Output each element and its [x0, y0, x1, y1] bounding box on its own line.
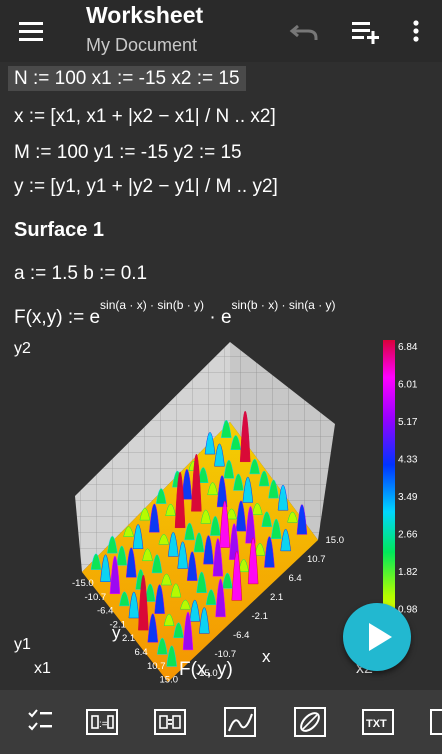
run-button[interactable]	[343, 603, 411, 671]
checklist-icon[interactable]	[22, 704, 58, 740]
y-tick-label: 15.0	[160, 675, 179, 685]
more-vert-icon[interactable]	[404, 14, 428, 48]
plot-3d-icon[interactable]	[292, 704, 328, 740]
plot-2d-icon[interactable]	[222, 704, 258, 740]
y-tick-label: 6.4	[135, 647, 148, 658]
colorbar-tick-label: 5.17	[398, 417, 418, 428]
definition-y[interactable]: y := [y1, y1 + |y2 − y1| / M .. y2]	[14, 176, 278, 198]
document-name: My Document	[86, 35, 198, 55]
svg-text:TXT: TXT	[366, 718, 387, 730]
section-heading[interactable]: Surface 1	[14, 219, 104, 242]
assign-icon[interactable]: :=	[84, 704, 120, 740]
colorbar-tick-label: 6.01	[398, 380, 418, 391]
bottom-toolbar: := TXT	[0, 690, 442, 754]
colorbar-tick-label: 3.49	[398, 492, 418, 503]
menu-icon[interactable]	[14, 14, 48, 48]
y-tick-label: -10.7	[85, 592, 107, 603]
definition-n[interactable]: N := 100 x1 := -15 x2 := 15	[8, 66, 246, 91]
x-tick-label: 2.1	[270, 592, 283, 603]
x-tick-label: 6.4	[289, 573, 302, 584]
colorbar-tick-label: 2.66	[398, 530, 418, 541]
x-tick-label: 10.7	[307, 554, 326, 565]
add-list-icon[interactable]	[348, 14, 382, 48]
x-tick-label: -6.4	[233, 630, 249, 641]
svg-text::=: :=	[99, 719, 108, 730]
text-block-icon[interactable]: TXT	[360, 704, 396, 740]
y-tick-label: -6.4	[97, 606, 113, 617]
definition-x[interactable]: x := [x1, x1 + |x2 − x1| / N .. x2]	[14, 106, 276, 128]
y-tick-label: 10.7	[147, 661, 166, 672]
equation-icon[interactable]	[152, 704, 188, 740]
undo-icon[interactable]	[288, 14, 322, 48]
function-definition[interactable]: F(x,y) := esin(a · x) · sin(b · y) · esi…	[14, 298, 336, 329]
z-axis-label: F(x, y)	[179, 659, 233, 680]
colorbar-tick-label: 1.82	[398, 567, 418, 578]
colorbar-tick-label: 6.84	[398, 342, 418, 353]
definition-m[interactable]: M := 100 y1 := -15 y2 := 15	[14, 142, 242, 164]
play-icon	[369, 623, 392, 651]
app-bar: Worksheet My Document	[0, 0, 442, 62]
more-tools-icon[interactable]	[428, 704, 442, 740]
definition-ab[interactable]: a := 1.5 b := 0.1	[14, 263, 147, 285]
y-axis-label: y	[112, 623, 121, 642]
x-tick-label: 15.0	[326, 535, 345, 546]
y-tick-label: 2.1	[122, 633, 135, 644]
x-axis-label: x	[262, 647, 271, 666]
x-tick-label: -2.1	[252, 611, 268, 622]
y-tick-label: -15.0	[72, 578, 94, 589]
colorbar-tick-label: 4.33	[398, 455, 418, 466]
page-title: Worksheet	[86, 2, 204, 28]
worksheet-area[interactable]: N := 100 x1 := -15 x2 := 15 x := [x1, x1…	[0, 62, 442, 690]
